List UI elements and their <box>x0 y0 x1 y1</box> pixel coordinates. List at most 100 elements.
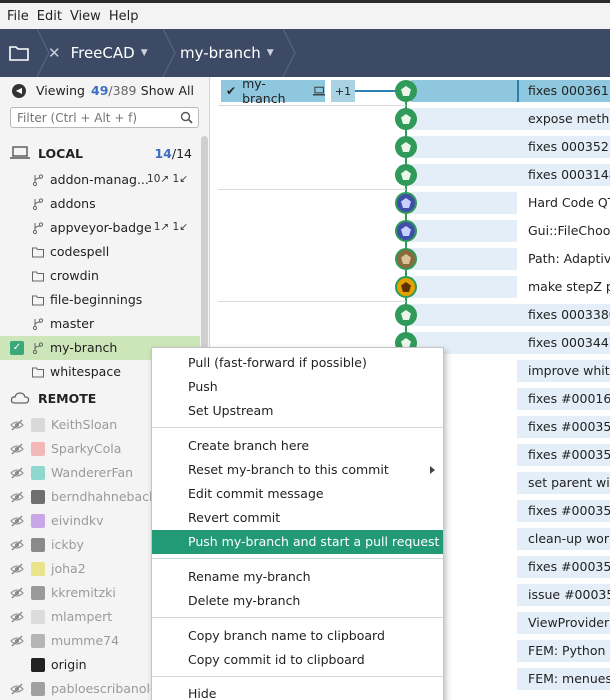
search-icon <box>180 111 193 124</box>
viewing-count: 49 <box>91 83 109 98</box>
menu-item-rename-branch[interactable]: Rename my-branch <box>152 565 443 589</box>
branch-icon <box>32 318 44 330</box>
menu-item-revert-commit[interactable]: Revert commit <box>152 506 443 530</box>
commit-row[interactable]: fixes 0003148: <box>517 162 610 189</box>
commit-avatar-node[interactable] <box>395 164 417 186</box>
filter-field[interactable] <box>10 107 199 128</box>
checkbox-icon[interactable]: ✓ <box>10 341 24 355</box>
branch-connector <box>355 90 397 92</box>
commit-row[interactable]: fixes 0003380: <box>517 302 610 329</box>
repo-selector[interactable]: ✕ FreeCAD ▼ <box>48 29 148 77</box>
filter-input[interactable] <box>11 108 171 127</box>
eye-hidden-icon[interactable] <box>10 635 24 647</box>
commit-row[interactable]: fixes #0003540 <box>517 442 610 469</box>
commit-avatar-node[interactable] <box>395 136 417 158</box>
close-repo-icon[interactable]: ✕ <box>48 44 61 62</box>
row-fill <box>411 220 517 242</box>
branch-tag-my-branch[interactable]: ✔ my-branch <box>221 77 325 106</box>
menu-item-delete-branch[interactable]: Delete my-branch <box>152 589 443 613</box>
row-fill <box>411 108 517 130</box>
eye-hidden-icon[interactable] <box>10 587 24 599</box>
commit-avatar-node[interactable] <box>395 220 417 242</box>
eye-hidden-icon[interactable] <box>10 443 24 455</box>
eye-hidden-icon[interactable] <box>10 683 24 695</box>
commit-row[interactable]: issue #000359 <box>517 582 610 609</box>
eye-hidden-icon[interactable] <box>10 563 24 575</box>
back-arrow-icon[interactable]: ◀ <box>12 83 26 98</box>
sidebar-scrollbar[interactable] <box>201 136 208 366</box>
eye-hidden-icon[interactable] <box>10 539 24 551</box>
local-folder-item[interactable]: file-beginnings <box>0 288 200 312</box>
local-branch-item[interactable]: addon-manag... 10↗ 1↙ <box>0 168 200 192</box>
branch-name: my-branch <box>180 44 261 62</box>
menu-item-pull[interactable]: Pull (fast-forward if possible) <box>152 351 443 375</box>
commit-row[interactable]: FEM: menues, <box>517 666 610 693</box>
local-branch-item[interactable]: master <box>0 312 200 336</box>
local-section-header[interactable]: LOCAL 14/14 <box>0 140 209 166</box>
menu-view[interactable]: View <box>66 9 105 24</box>
commit-row[interactable]: Path: Adaptive <box>517 246 610 273</box>
commit-avatar-node[interactable] <box>395 248 417 270</box>
menu-item-reset-branch[interactable]: Reset my-branch to this commit <box>152 458 443 482</box>
menu-separator <box>152 427 443 428</box>
row-fill <box>411 164 517 186</box>
menu-edit[interactable]: Edit <box>33 9 66 24</box>
branch-selector[interactable]: my-branch ▼ <box>180 29 274 77</box>
toolbar-separator <box>162 29 176 77</box>
menu-item-copy-branch-name[interactable]: Copy branch name to clipboard <box>152 624 443 648</box>
commit-avatar-node[interactable] <box>395 276 417 298</box>
menu-item-hide[interactable]: Hide <box>152 682 443 700</box>
commit-row[interactable]: Gui::FileChoose <box>517 218 610 245</box>
commit-avatar-node[interactable] <box>395 80 417 102</box>
commit-row[interactable]: fixes #0003597 <box>517 498 610 525</box>
eye-hidden-icon[interactable] <box>10 491 24 503</box>
laptop-icon <box>10 146 30 159</box>
avatar <box>31 562 45 576</box>
commit-row[interactable]: fixes 0003447: <box>517 330 610 357</box>
repo-name: FreeCAD <box>70 44 135 62</box>
commit-row[interactable]: fixes #0003582 <box>517 414 610 441</box>
eye-hidden-icon[interactable] <box>10 419 24 431</box>
eye-hidden-icon[interactable] <box>10 611 24 623</box>
menu-item-push-and-pull-request[interactable]: Push my-branch and start a pull request <box>152 530 443 554</box>
commit-row[interactable]: improve whites <box>517 358 610 385</box>
menu-separator <box>152 676 443 677</box>
avatar <box>31 586 45 600</box>
menu-item-create-branch[interactable]: Create branch here <box>152 434 443 458</box>
menu-item-edit-commit-message[interactable]: Edit commit message <box>152 482 443 506</box>
commit-row[interactable]: fixes 0003521: <box>517 134 610 161</box>
commit-row[interactable]: fixes #0001672 <box>517 386 610 413</box>
commit-row[interactable]: ViewProvider: f <box>517 610 610 637</box>
menu-item-push[interactable]: Push <box>152 375 443 399</box>
avatar <box>31 490 45 504</box>
local-folder-item[interactable]: crowdin <box>0 264 200 288</box>
avatar <box>31 658 45 672</box>
commit-row[interactable]: Hard Code QTF <box>517 190 610 217</box>
eye-hidden-icon[interactable] <box>10 515 24 527</box>
menu-item-copy-commit-id[interactable]: Copy commit id to clipboard <box>152 648 443 672</box>
eye-hidden-icon[interactable] <box>10 467 24 479</box>
row-fill <box>411 136 517 158</box>
local-folder-item[interactable]: codespell <box>0 240 200 264</box>
show-all-button[interactable]: Show All <box>141 83 194 98</box>
folder-icon <box>32 295 44 306</box>
commit-avatar-node[interactable] <box>395 192 417 214</box>
local-branch-item[interactable]: addons <box>0 192 200 216</box>
commit-avatar-node[interactable] <box>395 304 417 326</box>
commit-row[interactable]: make stepZ py <box>517 274 610 301</box>
menu-item-set-upstream[interactable]: Set Upstream <box>152 399 443 423</box>
folder-icon <box>32 367 44 378</box>
local-branch-item[interactable]: appveyor-badge 1↗ 1↙ <box>0 216 200 240</box>
commit-row[interactable]: set parent widg <box>517 470 610 497</box>
more-branches-badge[interactable]: +1 <box>331 80 355 102</box>
menu-file[interactable]: File <box>3 9 33 24</box>
commit-row[interactable]: fixes #0003599 <box>517 554 610 581</box>
viewing-label: Viewing <box>36 83 85 98</box>
commit-row[interactable]: clean-up work <box>517 526 610 553</box>
commit-row[interactable]: fixes 0003611: <box>517 78 610 105</box>
menu-help[interactable]: Help <box>105 9 143 24</box>
commit-row[interactable]: FEM: Python co <box>517 638 610 665</box>
commit-row[interactable]: expose method <box>517 106 610 133</box>
open-repo-button[interactable] <box>0 29 38 77</box>
commit-avatar-node[interactable] <box>395 108 417 130</box>
